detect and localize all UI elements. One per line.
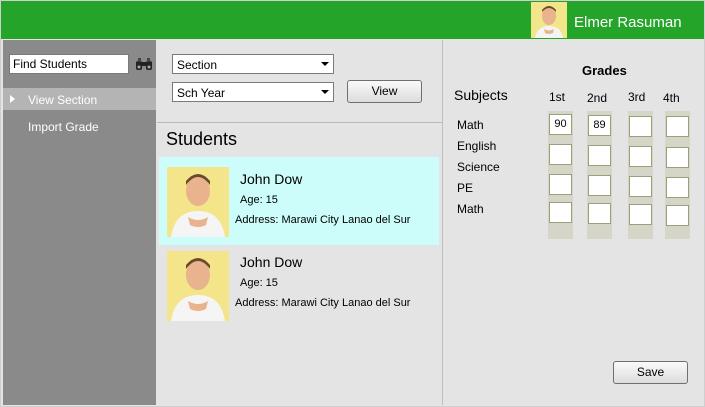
student-address: Address: Marawi City Lanao del Sur [235, 297, 411, 309]
grade-input[interactable] [588, 203, 611, 224]
grade-input[interactable]: 89 [588, 115, 611, 136]
chevron-down-icon [321, 90, 329, 94]
student-address: Address: Marawi City Lanao del Sur [235, 214, 411, 226]
quarter-header: 4th [663, 91, 680, 105]
quarter-header: 2nd [587, 91, 608, 105]
grade-input[interactable] [666, 205, 689, 226]
grade-input[interactable] [588, 145, 611, 166]
grade-input[interactable] [549, 144, 572, 165]
grade-input[interactable] [629, 176, 652, 197]
chevron-down-icon [321, 62, 329, 66]
sidebar-item-label: Import Grade [28, 120, 99, 134]
subjects-label: Subjects [454, 87, 508, 103]
grade-input[interactable] [629, 146, 652, 167]
sidebar-item-import-grade[interactable]: Import Grade [3, 115, 156, 137]
subject-label: PE [457, 181, 474, 195]
grade-input[interactable] [666, 177, 689, 198]
grade-input[interactable] [549, 174, 572, 195]
section-select-value: Section [177, 58, 218, 72]
subject-label: English [457, 139, 497, 153]
sidebar-item-view-section[interactable]: View Section [3, 88, 156, 110]
grade-input[interactable] [666, 147, 689, 168]
divider [157, 122, 442, 123]
student-name: John Dow [240, 171, 303, 187]
arrow-right-icon [10, 95, 15, 103]
grades-title: Grades [582, 63, 627, 78]
subject-label: Math [457, 202, 484, 216]
subject-label: Science [457, 160, 500, 174]
grade-input[interactable] [629, 116, 652, 137]
grade-input[interactable] [549, 202, 572, 223]
student-photo [167, 167, 229, 237]
binoculars-icon[interactable] [135, 56, 153, 72]
save-button[interactable]: Save [613, 361, 688, 384]
quarter-header: 3rd [628, 90, 646, 104]
student-photo [167, 251, 229, 321]
user-avatar [531, 2, 567, 38]
student-card[interactable]: John Dow Age: 15 Address: Marawi City La… [159, 157, 439, 245]
subject-label: Math [457, 118, 484, 132]
user-name: Elmer Rasuman [574, 14, 682, 31]
students-title: Students [166, 129, 238, 149]
section-select[interactable]: Section [172, 54, 334, 74]
app-window: Elmer Rasuman View Section Import Grade … [0, 0, 705, 407]
sch-year-select[interactable]: Sch Year [172, 82, 334, 102]
quarter-header: 1st [549, 90, 566, 104]
student-age: Age: 15 [240, 194, 278, 206]
sidebar-item-label: View Section [28, 93, 98, 107]
grade-input[interactable] [588, 175, 611, 196]
student-name: John Dow [240, 254, 303, 270]
grade-input[interactable] [629, 204, 652, 225]
student-age: Age: 15 [240, 277, 278, 289]
grade-input[interactable] [666, 116, 689, 137]
sch-year-select-value: Sch Year [177, 86, 226, 100]
student-card[interactable]: John Dow Age: 15 Address: Marawi City La… [159, 245, 439, 333]
find-students-input[interactable] [9, 54, 129, 74]
grade-input[interactable]: 90 [549, 114, 572, 135]
view-button[interactable]: View [347, 80, 422, 103]
